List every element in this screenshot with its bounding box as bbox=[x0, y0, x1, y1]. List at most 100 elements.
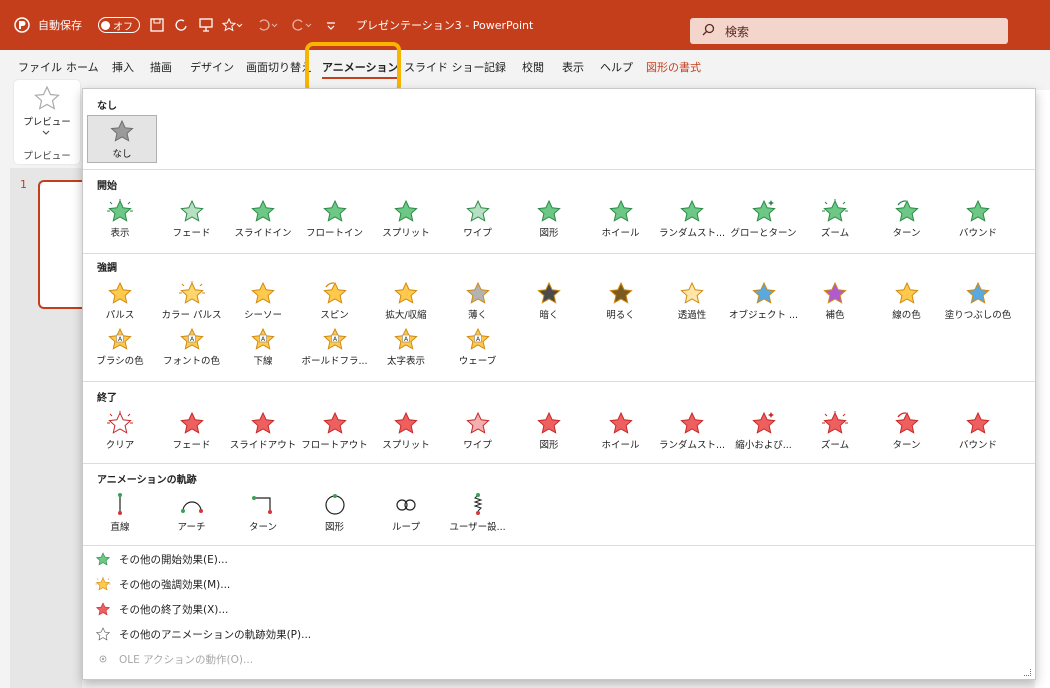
exit-effect-1[interactable]: フェード bbox=[157, 411, 227, 453]
tab-4[interactable]: デザイン bbox=[190, 59, 234, 75]
entrance-effect-11[interactable]: ターン bbox=[872, 199, 942, 241]
exit-effect-label: ランダムスト... bbox=[658, 440, 726, 451]
resize-grip-icon[interactable] bbox=[1024, 669, 1031, 676]
entrance-effect-10[interactable]: ズーム bbox=[800, 199, 870, 241]
save-icon[interactable] bbox=[150, 0, 164, 50]
exit-effect-4[interactable]: スプリット bbox=[371, 411, 441, 453]
emphasis-effect-1[interactable]: カラー パルス bbox=[157, 281, 227, 323]
preview-star-icon[interactable] bbox=[34, 85, 60, 113]
animation-none-tile[interactable]: なし bbox=[87, 115, 157, 163]
emphasis-effect-12[interactable]: 塗りつぶしの色 bbox=[943, 281, 1013, 323]
tab-9[interactable]: 校閲 bbox=[522, 59, 544, 75]
motion-effect-2[interactable]: ターン bbox=[228, 493, 298, 535]
tab-7[interactable]: スライド ショー bbox=[404, 59, 485, 75]
tab-11[interactable]: ヘルプ bbox=[600, 59, 633, 75]
tab-8[interactable]: 記録 bbox=[484, 59, 506, 75]
entrance-effect-6[interactable]: 図形 bbox=[514, 199, 584, 241]
exit-effect-10[interactable]: ズーム bbox=[800, 411, 870, 453]
emphasis-effect-13[interactable]: A ブラシの色 bbox=[85, 327, 155, 369]
tab-12[interactable]: 図形の書式 bbox=[646, 59, 701, 75]
more-effects-item-0[interactable]: その他の開始効果(E)... bbox=[95, 551, 228, 567]
entrance-effect-12[interactable]: バウンド bbox=[943, 199, 1013, 241]
exit-effect-11[interactable]: ターン bbox=[872, 411, 942, 453]
exit-effect-0[interactable]: クリア bbox=[85, 411, 155, 453]
emphasis-effect-4[interactable]: 拡大/収縮 bbox=[371, 281, 441, 323]
app-icon[interactable] bbox=[14, 0, 30, 50]
emphasis-effect-2[interactable]: シーソー bbox=[228, 281, 298, 323]
more-effects-label: その他の終了効果(X)... bbox=[119, 603, 229, 616]
emphasis-effect-8[interactable]: 透過性 bbox=[657, 281, 727, 323]
emphasis-effect-5[interactable]: 薄く bbox=[443, 281, 513, 323]
slide-number: 1 bbox=[20, 178, 27, 191]
star-dropdown-icon[interactable] bbox=[222, 0, 244, 50]
toggle-label: オフ bbox=[113, 21, 133, 33]
emphasis-effect-18[interactable]: A ウェーブ bbox=[443, 327, 513, 369]
redo-icon[interactable] bbox=[174, 0, 188, 50]
motion-effect-4[interactable]: ループ bbox=[371, 493, 441, 535]
motion-effect-5[interactable]: ユーザー設... bbox=[443, 493, 513, 535]
present-icon[interactable] bbox=[198, 0, 214, 50]
autosave-label: 自動保存 bbox=[38, 19, 82, 32]
entrance-effect-icon bbox=[157, 199, 227, 223]
exit-effect-3[interactable]: フロートアウト bbox=[300, 411, 370, 453]
autosave-toggle[interactable]: オフ bbox=[92, 0, 140, 50]
entrance-effect-5[interactable]: ワイプ bbox=[443, 199, 513, 241]
emphasis-effect-11[interactable]: 線の色 bbox=[872, 281, 942, 323]
motion-effect-3[interactable]: 図形 bbox=[300, 493, 370, 535]
exit-effect-9[interactable]: 縮小および... bbox=[729, 411, 799, 453]
tab-3[interactable]: 描画 bbox=[150, 59, 172, 75]
search-box[interactable]: 検索 bbox=[690, 18, 1008, 44]
motion-effect-icon bbox=[371, 493, 441, 517]
exit-effect-icon bbox=[943, 411, 1013, 435]
emphasis-effect-9[interactable]: オブジェクト ... bbox=[729, 281, 799, 323]
emphasis-effect-7[interactable]: 明るく bbox=[586, 281, 656, 323]
emphasis-effect-3[interactable]: スピン bbox=[300, 281, 370, 323]
tab-1[interactable]: ホーム bbox=[66, 59, 99, 75]
section-divider bbox=[83, 169, 1035, 170]
motion-effect-1[interactable]: アーチ bbox=[157, 493, 227, 535]
emphasis-effect-17[interactable]: A 太字表示 bbox=[371, 327, 441, 369]
exit-effect-label: スライドアウト bbox=[229, 440, 297, 451]
exit-effect-8[interactable]: ランダムスト... bbox=[657, 411, 727, 453]
emphasis-effect-10[interactable]: 補色 bbox=[800, 281, 870, 323]
emphasis-effect-0[interactable]: パルス bbox=[85, 281, 155, 323]
entrance-effect-9[interactable]: グローとターン bbox=[729, 199, 799, 241]
exit-effect-icon bbox=[371, 411, 441, 435]
search-placeholder: 検索 bbox=[725, 24, 750, 39]
exit-effect-2[interactable]: スライドアウト bbox=[228, 411, 298, 453]
entrance-effect-icon bbox=[228, 199, 298, 223]
entrance-effect-0[interactable]: 表示 bbox=[85, 199, 155, 241]
emphasis-effect-6[interactable]: 暗く bbox=[514, 281, 584, 323]
entrance-effect-8[interactable]: ランダムスト... bbox=[657, 199, 727, 241]
chevron-down-icon[interactable] bbox=[42, 126, 50, 139]
emphasis-effect-14[interactable]: A フォントの色 bbox=[157, 327, 227, 369]
exit-effect-7[interactable]: ホイール bbox=[586, 411, 656, 453]
tab-10[interactable]: 表示 bbox=[562, 59, 584, 75]
motion-effect-0[interactable]: 直線 bbox=[85, 493, 155, 535]
exit-effect-label: ホイール bbox=[601, 440, 640, 451]
more-effects-item-3[interactable]: その他のアニメーションの軌跡効果(P)... bbox=[95, 626, 311, 642]
entrance-effect-icon bbox=[657, 199, 727, 223]
exit-effect-6[interactable]: 図形 bbox=[514, 411, 584, 453]
more-effects-label: その他のアニメーションの軌跡効果(P)... bbox=[119, 628, 312, 641]
emphasis-effect-15[interactable]: A 下線 bbox=[228, 327, 298, 369]
more-effects-item-1[interactable]: その他の強調効果(M)... bbox=[95, 576, 230, 592]
emphasis-effect-16[interactable]: A ボールドフラ... bbox=[300, 327, 370, 369]
undo-icon[interactable] bbox=[256, 0, 280, 50]
exit-effect-icon bbox=[85, 411, 155, 435]
section-divider bbox=[83, 381, 1035, 382]
entrance-effect-4[interactable]: スプリット bbox=[371, 199, 441, 241]
more-effects-item-2[interactable]: その他の終了効果(X)... bbox=[95, 601, 228, 617]
tab-5[interactable]: 画面切り替え bbox=[246, 59, 312, 75]
entrance-effect-1[interactable]: フェード bbox=[157, 199, 227, 241]
entrance-effect-label: グローとターン bbox=[730, 228, 797, 239]
tab-2[interactable]: 挿入 bbox=[112, 59, 134, 75]
entrance-effect-7[interactable]: ホイール bbox=[586, 199, 656, 241]
slide-canvas-edge bbox=[1035, 90, 1050, 688]
exit-effect-12[interactable]: バウンド bbox=[943, 411, 1013, 453]
slide-thumbnail[interactable] bbox=[38, 180, 84, 309]
tab-0[interactable]: ファイル bbox=[18, 59, 62, 75]
entrance-effect-2[interactable]: スライドイン bbox=[228, 199, 298, 241]
entrance-effect-3[interactable]: フロートイン bbox=[300, 199, 370, 241]
exit-effect-5[interactable]: ワイプ bbox=[443, 411, 513, 453]
